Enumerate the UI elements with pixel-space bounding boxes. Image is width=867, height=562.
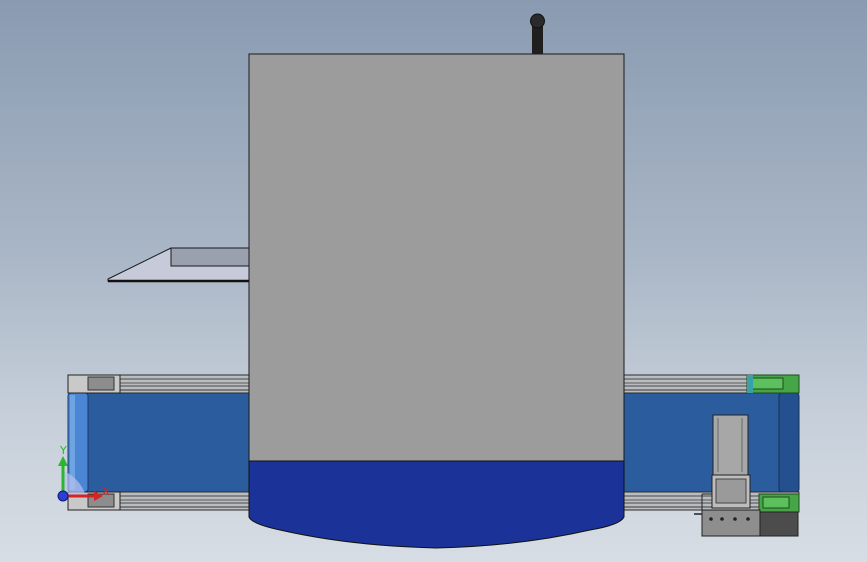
x-axis-label: X xyxy=(102,485,110,498)
hopper-body xyxy=(248,53,625,462)
right-end-bracket-bottom xyxy=(758,493,800,513)
motor-mount-plate xyxy=(701,509,761,537)
top-handle xyxy=(530,13,545,54)
cad-viewport[interactable]: Y X xyxy=(0,0,867,562)
z-axis-dot xyxy=(57,490,69,502)
hopper-base xyxy=(248,460,625,549)
conveyor-hopper-model: Y X xyxy=(57,13,800,549)
feed-chute xyxy=(107,247,251,283)
left-end-bracket-top xyxy=(67,374,121,394)
right-end-bracket-top xyxy=(746,374,800,394)
right-roller xyxy=(778,392,800,493)
y-axis-label: Y xyxy=(59,444,67,457)
hopper xyxy=(248,53,625,549)
